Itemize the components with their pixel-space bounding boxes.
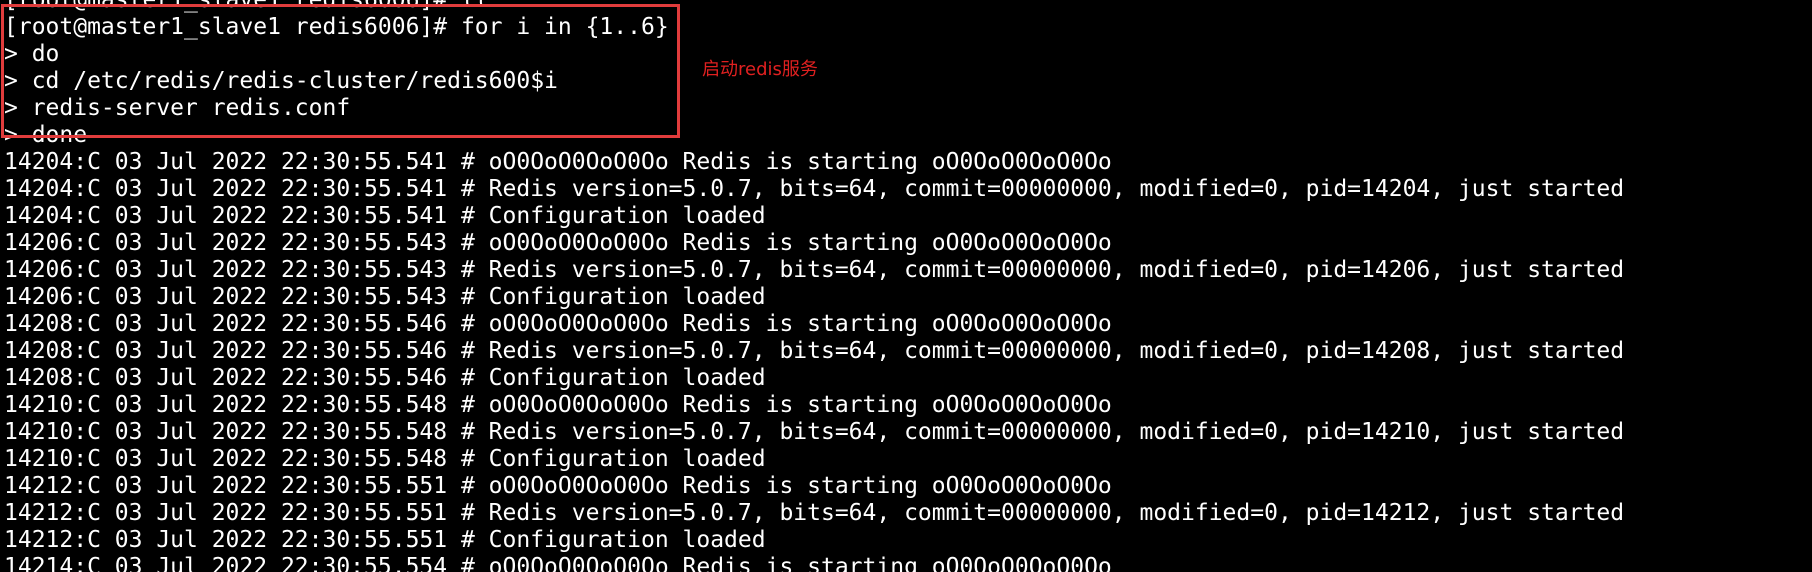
terminal-line: 14208:C 03 Jul 2022 22:30:55.546 # oO0Oo… <box>4 311 1112 337</box>
terminal-line: 14208:C 03 Jul 2022 22:30:55.546 # Redis… <box>4 338 1625 364</box>
terminal-line: 14204:C 03 Jul 2022 22:30:55.541 # Confi… <box>4 203 766 229</box>
terminal-line: 14214:C 03 Jul 2022 22:30:55.554 # oO0Oo… <box>4 554 1112 572</box>
terminal-line: 14210:C 03 Jul 2022 22:30:55.548 # oO0Oo… <box>4 392 1112 418</box>
terminal-line: 14204:C 03 Jul 2022 22:30:55.541 # Redis… <box>4 176 1625 202</box>
terminal-window[interactable]: [root@master1_slave1 redis6006]# ll [roo… <box>0 0 1812 572</box>
terminal-line: 14210:C 03 Jul 2022 22:30:55.548 # Confi… <box>4 446 766 472</box>
terminal-line: 14206:C 03 Jul 2022 22:30:55.543 # Redis… <box>4 257 1625 283</box>
terminal-line: 14204:C 03 Jul 2022 22:30:55.541 # oO0Oo… <box>4 149 1112 175</box>
terminal-line: 14210:C 03 Jul 2022 22:30:55.548 # Redis… <box>4 419 1625 445</box>
terminal-line: 14206:C 03 Jul 2022 22:30:55.543 # Confi… <box>4 284 766 310</box>
highlight-box <box>1 4 680 138</box>
terminal-line: 14208:C 03 Jul 2022 22:30:55.546 # Confi… <box>4 365 766 391</box>
annotation-label: 启动redis服务 <box>702 59 818 80</box>
terminal-line: 14212:C 03 Jul 2022 22:30:55.551 # Confi… <box>4 527 766 553</box>
terminal-line: 14212:C 03 Jul 2022 22:30:55.551 # oO0Oo… <box>4 473 1112 499</box>
terminal-line: 14212:C 03 Jul 2022 22:30:55.551 # Redis… <box>4 500 1625 526</box>
terminal-line: 14206:C 03 Jul 2022 22:30:55.543 # oO0Oo… <box>4 230 1112 256</box>
